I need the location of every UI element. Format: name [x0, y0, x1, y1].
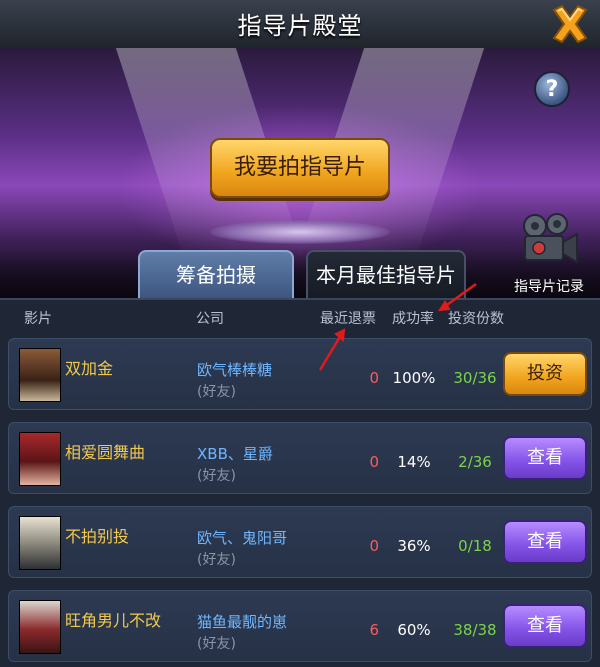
- company-name[interactable]: 欧气、鬼阳哥: [197, 527, 287, 548]
- investment-shares: 30/36: [453, 369, 497, 387]
- table-row: 双加金 欧气棒棒糖 (好友) 0 100% 30/36 投资: [8, 338, 592, 410]
- film-record-label: 指导片记录: [514, 279, 584, 295]
- table-row: 相爱圆舞曲 XBB、星爵 (好友) 0 14% 2/36 查看: [8, 422, 592, 494]
- friend-tag: (好友): [197, 636, 236, 652]
- film-poster: [19, 600, 61, 654]
- title-bar: 指导片殿堂: [0, 0, 600, 49]
- recent-refund: 0: [369, 453, 379, 471]
- help-button[interactable]: ?: [534, 71, 570, 107]
- header-film: 影片: [24, 311, 52, 327]
- company-name[interactable]: 猫鱼最靓的崽: [197, 611, 287, 632]
- stage-floor-glow: [210, 220, 390, 244]
- success-rate: 36%: [397, 537, 431, 555]
- film-record-button[interactable]: 指导片记录: [504, 212, 594, 296]
- film-name: 旺角男儿不改: [65, 611, 162, 630]
- success-rate: 14%: [397, 453, 431, 471]
- film-poster: [19, 516, 61, 570]
- close-x-icon: [552, 4, 588, 44]
- view-button[interactable]: 查看: [503, 520, 587, 564]
- header-recent-refund: 最近退票: [320, 311, 376, 327]
- tab-preparing[interactable]: 筹备拍摄: [138, 250, 294, 298]
- view-button[interactable]: 查看: [503, 436, 587, 480]
- header-company: 公司: [196, 311, 224, 327]
- friend-tag: (好友): [197, 552, 236, 568]
- film-table: 影片 公司 最近退票 成功率 投资份数 双加金 欧气棒棒糖 (好友) 0 100…: [0, 298, 600, 667]
- recent-refund: 6: [369, 621, 379, 639]
- company-name[interactable]: 欧气棒棒糖: [197, 359, 272, 380]
- friend-tag: (好友): [197, 468, 236, 484]
- tab-best-of-month[interactable]: 本月最佳指导片: [306, 250, 466, 298]
- friend-tag: (好友): [197, 384, 236, 400]
- header-shares: 投资份数: [448, 311, 504, 327]
- page-title: 指导片殿堂: [237, 12, 363, 40]
- film-poster: [19, 432, 61, 486]
- film-camera-icon: [523, 213, 578, 264]
- header-success-rate: 成功率: [392, 311, 434, 327]
- recent-refund: 0: [369, 537, 379, 555]
- invest-button[interactable]: 投资: [503, 352, 587, 396]
- table-row: 不拍别投 欧气、鬼阳哥 (好友) 0 36% 0/18 查看: [8, 506, 592, 578]
- view-button[interactable]: 查看: [503, 604, 587, 648]
- success-rate: 60%: [397, 621, 431, 639]
- table-row: 旺角男儿不改 猫鱼最靓的崽 (好友) 6 60% 38/38 查看: [8, 590, 592, 662]
- close-button[interactable]: [548, 2, 592, 46]
- recent-refund: 0: [369, 369, 379, 387]
- success-rate: 100%: [392, 369, 436, 387]
- investment-shares: 2/36: [458, 453, 492, 471]
- film-poster: [19, 348, 61, 402]
- company-name[interactable]: XBB、星爵: [197, 443, 273, 464]
- film-name: 双加金: [65, 359, 114, 378]
- film-name: 相爱圆舞曲: [65, 443, 146, 462]
- investment-shares: 38/38: [453, 621, 497, 639]
- investment-shares: 0/18: [458, 537, 492, 555]
- make-guide-film-button[interactable]: 我要拍指导片: [210, 138, 390, 198]
- film-name: 不拍别投: [65, 527, 130, 546]
